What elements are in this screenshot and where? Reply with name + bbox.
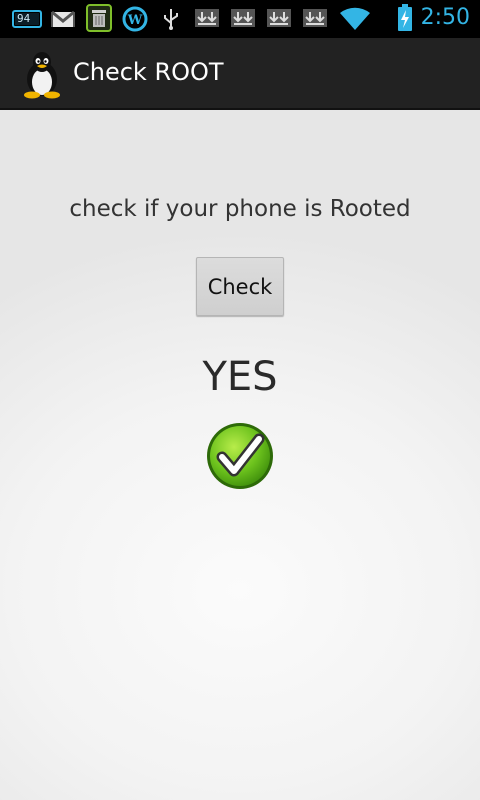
tux-penguin-icon[interactable] xyxy=(20,51,64,99)
usb-icon xyxy=(160,7,182,31)
download-icon xyxy=(302,7,328,31)
app-title: Check ROOT xyxy=(73,58,224,86)
notification-count-text: 94 xyxy=(17,12,31,25)
svg-text:W: W xyxy=(127,13,143,28)
green-checkmark-icon xyxy=(205,421,275,491)
result-text: YES xyxy=(202,354,278,400)
action-bar: Check ROOT xyxy=(0,38,480,110)
battery-charging-icon xyxy=(397,4,413,31)
notification-count-icon: 94 xyxy=(12,7,42,31)
status-bar: 94 W 2:50 xyxy=(0,0,480,38)
prompt-text: check if your phone is Rooted xyxy=(69,196,411,222)
gmail-icon xyxy=(51,7,75,31)
download-icon xyxy=(194,7,220,31)
status-time: 2:50 xyxy=(420,5,470,30)
wifi-icon xyxy=(339,7,371,31)
trash-icon xyxy=(86,4,112,32)
wordpress-icon: W xyxy=(122,6,148,32)
download-icon xyxy=(230,7,256,31)
main-content: check if your phone is Rooted Check YES xyxy=(0,110,480,800)
download-icon xyxy=(266,7,292,31)
check-button[interactable]: Check xyxy=(196,257,284,316)
